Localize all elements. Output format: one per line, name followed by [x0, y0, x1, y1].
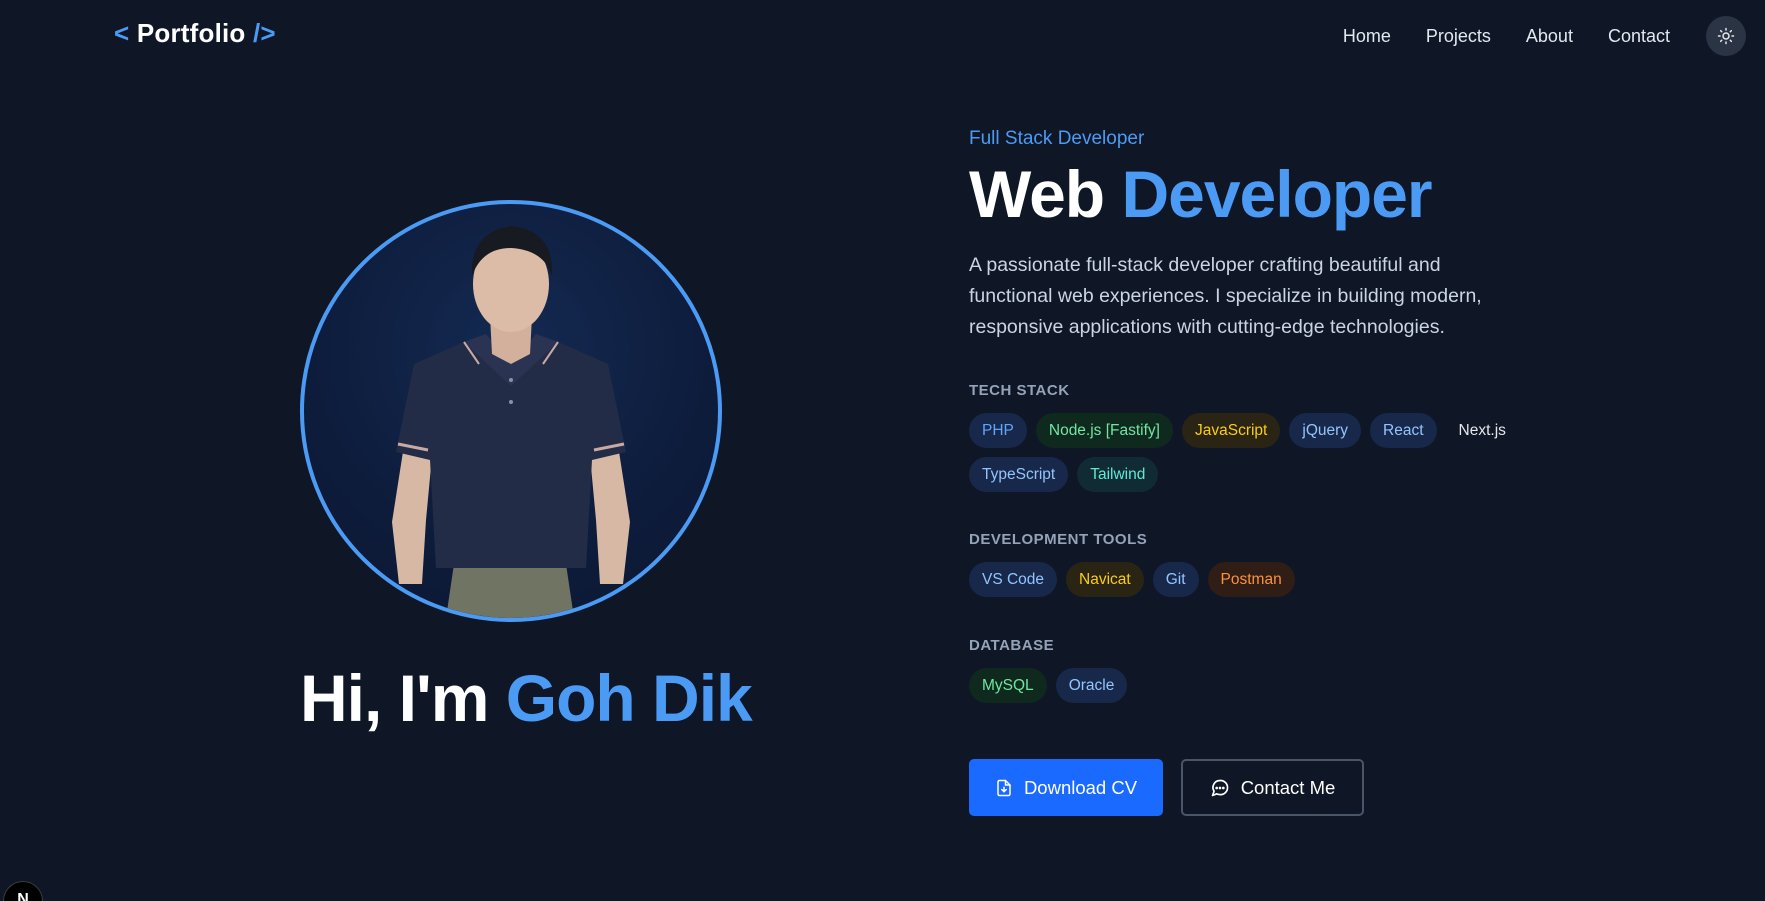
contact-me-button[interactable]: Contact Me	[1181, 759, 1364, 816]
headline-plain: Web	[969, 157, 1105, 231]
logo-open-bracket: <	[114, 18, 130, 48]
chip-navicat: Navicat	[1066, 562, 1144, 597]
logo-text: Portfolio	[136, 18, 246, 48]
person-illustration	[392, 226, 630, 618]
chip-react: React	[1370, 413, 1437, 448]
greeting-heading: Hi, I'm Goh Dik	[300, 660, 753, 736]
chip-nextjs: Next.js	[1458, 422, 1506, 439]
framework-badge[interactable]: N	[3, 881, 43, 901]
description: A passionate full-stack developer crafti…	[969, 254, 1482, 338]
file-download-icon	[997, 779, 1011, 796]
dev-tools-chips: VS Code Navicat Git Postman	[969, 562, 1539, 606]
tech-stack-title: TECH STACK	[969, 382, 1070, 399]
profile-photo	[300, 200, 722, 622]
chip-tailwind: Tailwind	[1077, 457, 1159, 492]
intro-section: Full Stack Developer Web Developer A pas…	[969, 128, 1589, 343]
chip-vscode: VS Code	[969, 562, 1058, 597]
theme-toggle-button[interactable]	[1706, 16, 1746, 56]
chip-git: Git	[1152, 562, 1199, 597]
greeting-text: Hi, I'm	[300, 661, 489, 735]
tech-stack-chips: PHP Node.js [Fastify] JavaScript jQuery …	[969, 413, 1539, 501]
name-text: Goh Dik	[505, 661, 753, 735]
database-chips: MySQL Oracle	[969, 668, 1539, 712]
cta-buttons: Download CV Contact Me	[969, 759, 1364, 816]
contact-me-label: Contact Me	[1240, 776, 1336, 798]
chip-typescript: TypeScript	[969, 457, 1069, 492]
role-subtitle: Full Stack Developer	[969, 128, 1145, 149]
chip-jquery: jQuery	[1289, 413, 1362, 448]
top-nav: < Portfolio /> Home Projects About Conta…	[0, 0, 1765, 72]
portfolio-page: < Portfolio /> Home Projects About Conta…	[0, 0, 1765, 901]
dev-tools-title: DEVELOPMENT TOOLS	[969, 531, 1148, 548]
sun-icon	[1717, 27, 1735, 45]
download-cv-label: Download CV	[1023, 776, 1138, 798]
logo[interactable]: < Portfolio />	[114, 18, 276, 49]
nav-link-contact[interactable]: Contact	[1608, 26, 1670, 47]
headline: Web Developer	[969, 158, 1589, 230]
nav-link-home[interactable]: Home	[1343, 26, 1391, 47]
nav-links: Home Projects About Contact	[1343, 0, 1765, 72]
chip-javascript: JavaScript	[1182, 413, 1281, 448]
database-section: DATABASE MySQL Oracle	[969, 637, 1539, 712]
chip-php: PHP	[969, 413, 1027, 448]
chat-bubble-icon	[1211, 779, 1229, 796]
dev-tools-section: DEVELOPMENT TOOLS VS Code Navicat Git Po…	[969, 531, 1539, 606]
nav-link-about[interactable]: About	[1526, 26, 1573, 47]
nav-link-projects[interactable]: Projects	[1426, 26, 1491, 47]
tech-stack-section: TECH STACK PHP Node.js [Fastify] JavaScr…	[969, 382, 1539, 501]
chip-nodejs: Node.js [Fastify]	[1035, 413, 1173, 448]
download-cv-button[interactable]: Download CV	[969, 759, 1163, 816]
chip-oracle: Oracle	[1055, 668, 1128, 703]
logo-close-bracket: />	[252, 18, 276, 48]
database-title: DATABASE	[969, 637, 1055, 654]
chip-mysql: MySQL	[969, 668, 1047, 703]
headline-accent: Developer	[1121, 157, 1432, 231]
chip-postman: Postman	[1207, 562, 1295, 597]
